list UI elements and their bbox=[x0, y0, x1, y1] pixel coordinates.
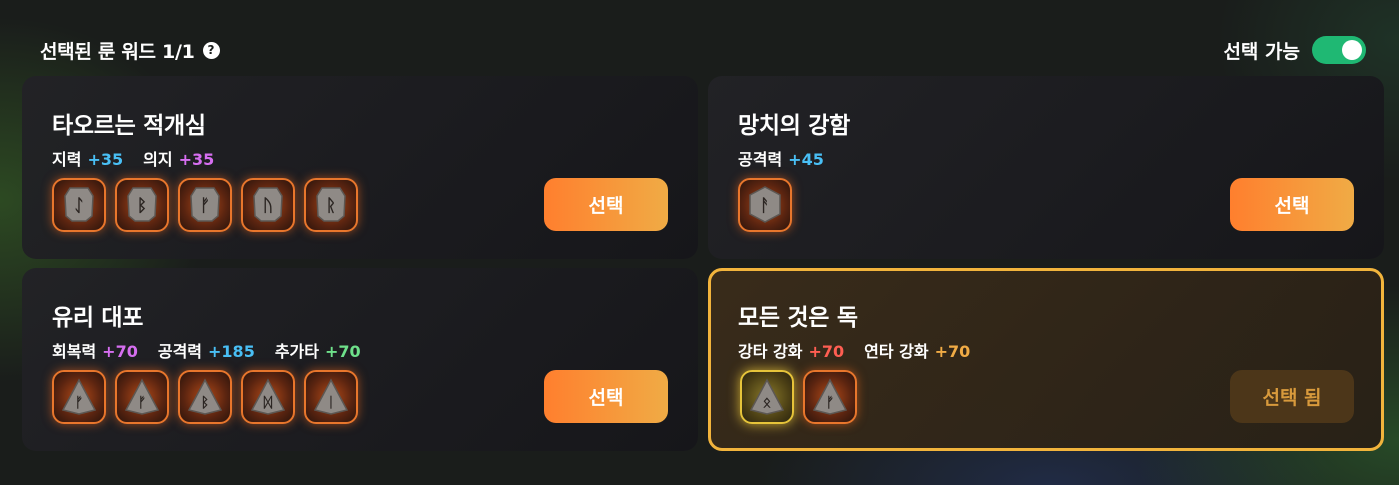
stat-item: 강타 강화 +70 bbox=[738, 338, 844, 362]
stat-list: 회복력 +70 공격력 +185 추가타 +70 bbox=[52, 338, 361, 362]
rune-glyph: ᚠ bbox=[826, 395, 834, 411]
rune-slot[interactable]: ᚨ bbox=[738, 178, 792, 232]
rune-slots: ᚨ bbox=[738, 178, 792, 232]
rune-word-title: 타오르는 적개심 bbox=[52, 113, 206, 139]
rune-stone-icon: ᛇ bbox=[64, 187, 94, 222]
rune-slots: ᛇᛒᚠᚢᚱ bbox=[52, 178, 358, 232]
stat-label: 회복력 bbox=[52, 342, 97, 361]
stat-item: 추가타 +70 bbox=[275, 338, 361, 362]
stat-label: 지력 bbox=[52, 150, 82, 169]
header-left: 선택된 룬 워드 1/1 ? bbox=[40, 36, 220, 64]
rune-slot[interactable]: ᛟ bbox=[740, 370, 794, 424]
rune-glyph: ᛒ bbox=[201, 395, 209, 411]
stat-value: +70 bbox=[808, 342, 845, 361]
rune-word-card: 망치의 강함 공격력 +45 ᚨ 선택 bbox=[708, 76, 1384, 259]
stat-value: +35 bbox=[87, 150, 124, 169]
rune-stone-icon: ᚢ bbox=[253, 187, 283, 222]
rune-glyph: ᛞ bbox=[264, 395, 273, 411]
rune-stone-icon: ᚠ bbox=[61, 378, 97, 415]
rune-stone-icon: ᚱ bbox=[316, 187, 346, 222]
stat-value: +185 bbox=[208, 342, 255, 361]
rune-stone-icon: ᛞ bbox=[250, 378, 286, 415]
stat-list: 공격력 +45 bbox=[738, 146, 824, 170]
rune-slot[interactable]: ᛒ bbox=[115, 178, 169, 232]
stat-label: 강타 강화 bbox=[738, 342, 803, 361]
selected-rune-word-count: 선택된 룬 워드 1/1 bbox=[40, 40, 195, 63]
selectable-toggle-label: 선택 가능 bbox=[1223, 40, 1300, 63]
stat-item: 의지 +35 bbox=[143, 146, 214, 170]
rune-glyph: ᛟ bbox=[763, 395, 771, 411]
rune-glyph: ᚱ bbox=[326, 196, 336, 216]
select-button[interactable]: 선택 bbox=[1230, 178, 1354, 231]
rune-word-title: 유리 대포 bbox=[52, 305, 144, 331]
stat-list: 지력 +35 의지 +35 bbox=[52, 146, 214, 170]
rune-slot[interactable]: ᛁ bbox=[304, 370, 358, 424]
rune-stone-icon: ᛒ bbox=[127, 187, 157, 222]
rune-slot[interactable]: ᛞ bbox=[241, 370, 295, 424]
rune-slot[interactable]: ᚠ bbox=[178, 178, 232, 232]
rune-glyph: ᛇ bbox=[74, 196, 84, 216]
stat-item: 공격력 +185 bbox=[158, 338, 255, 362]
toggle-knob bbox=[1342, 40, 1362, 60]
stat-value: +70 bbox=[325, 342, 361, 361]
rune-word-title: 모든 것은 독 bbox=[738, 305, 858, 331]
rune-stone-icon: ᚠ bbox=[812, 378, 848, 415]
stat-item: 공격력 +45 bbox=[738, 146, 824, 170]
rune-glyph: ᛒ bbox=[137, 196, 147, 216]
stat-value: +35 bbox=[178, 150, 215, 169]
rune-slot[interactable]: ᛇ bbox=[52, 178, 106, 232]
stat-label: 공격력 bbox=[157, 342, 203, 361]
stat-label: 추가타 bbox=[274, 342, 319, 361]
rune-slot[interactable]: ᚠ bbox=[115, 370, 169, 424]
rune-glyph: ᚠ bbox=[138, 395, 146, 411]
rune-glyph: ᚠ bbox=[75, 395, 83, 411]
rune-stone-icon: ᚠ bbox=[124, 378, 160, 415]
rune-stone-icon: ᚠ bbox=[190, 187, 220, 222]
rune-slots: ᛟᚠ bbox=[740, 370, 857, 424]
rune-word-card: 유리 대포 회복력 +70 공격력 +185 추가타 +70 ᚠ ᚠ ᛒ ᛞ ᛁ 선택 bbox=[22, 268, 698, 451]
rune-slots: ᚠᚠᛒᛞᛁ bbox=[52, 370, 358, 424]
header-right: 선택 가능 bbox=[1223, 36, 1366, 64]
stat-value: +45 bbox=[788, 150, 824, 169]
rune-slot[interactable]: ᚱ bbox=[304, 178, 358, 232]
stat-list: 강타 강화 +70 연타 강화 +70 bbox=[738, 338, 970, 362]
rune-slot[interactable]: ᛒ bbox=[178, 370, 232, 424]
rune-stone-icon: ᚨ bbox=[749, 186, 781, 223]
select-button[interactable]: 선택 bbox=[544, 370, 668, 423]
stat-label: 연타 강화 bbox=[864, 342, 929, 361]
rune-word-card-selected: 모든 것은 독 강타 강화 +70 연타 강화 +70 ᛟᚠ 선택 됨 bbox=[708, 268, 1384, 451]
stat-item: 연타 강화 +70 bbox=[864, 338, 970, 362]
rune-word-title: 망치의 강함 bbox=[738, 113, 851, 139]
selectable-toggle[interactable] bbox=[1312, 36, 1366, 64]
selected-button[interactable]: 선택 됨 bbox=[1230, 370, 1354, 423]
stat-value: +70 bbox=[102, 342, 138, 361]
stat-item: 회복력 +70 bbox=[52, 338, 138, 362]
help-icon[interactable]: ? bbox=[202, 41, 220, 59]
rune-stone-icon: ᛟ bbox=[749, 378, 785, 415]
rune-stone-icon: ᛁ bbox=[313, 378, 349, 415]
rune-glyph: ᚢ bbox=[263, 196, 273, 216]
rune-glyph: ᚨ bbox=[760, 196, 770, 216]
rune-slot[interactable]: ᚠ bbox=[803, 370, 857, 424]
stat-label: 의지 bbox=[143, 150, 173, 169]
stat-value: +70 bbox=[934, 342, 971, 361]
rune-stone-icon: ᛒ bbox=[187, 378, 223, 415]
rune-slot[interactable]: ᚠ bbox=[52, 370, 106, 424]
stat-item: 지력 +35 bbox=[52, 146, 123, 170]
rune-slot[interactable]: ᚢ bbox=[241, 178, 295, 232]
select-button[interactable]: 선택 bbox=[544, 178, 668, 231]
rune-glyph: ᚠ bbox=[200, 196, 210, 216]
rune-word-card: 타오르는 적개심 지력 +35 의지 +35 ᛇ ᛒ ᚠ ᚢ ᚱ 선택 bbox=[22, 76, 698, 259]
rune-glyph: ᛁ bbox=[327, 395, 335, 411]
stat-label: 공격력 bbox=[738, 150, 783, 169]
